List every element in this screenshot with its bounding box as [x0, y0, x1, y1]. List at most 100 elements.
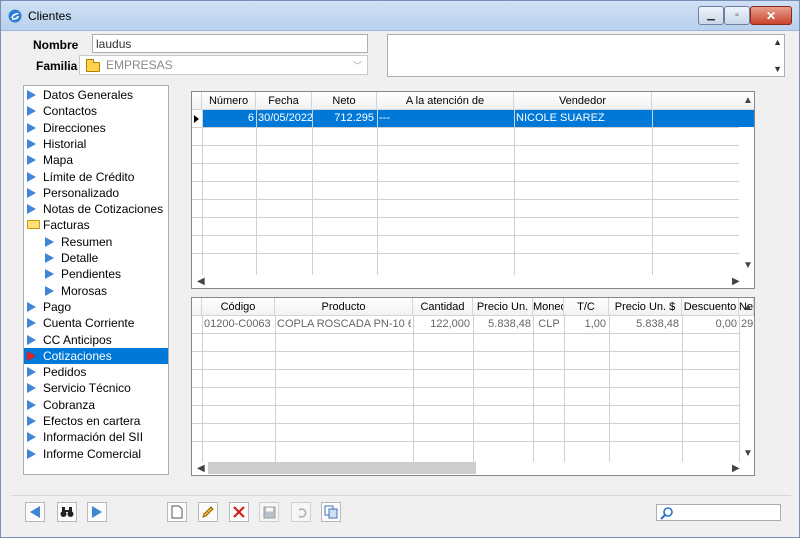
- nav-item-label: Notas de Cotizaciones: [43, 202, 164, 217]
- search-icon: [660, 507, 673, 520]
- minimize-button[interactable]: ▁: [698, 6, 724, 25]
- nav-item-label: Resumen: [61, 234, 113, 249]
- window-title: Clientes: [28, 9, 72, 23]
- arrow-right-icon: [92, 506, 102, 518]
- close-button[interactable]: ✕: [750, 6, 792, 25]
- delete-button[interactable]: [229, 502, 249, 522]
- notes-memo[interactable]: ▲ ▼: [387, 34, 785, 77]
- nombre-value: laudus: [96, 37, 132, 51]
- scroll-up-icon[interactable]: ▲: [743, 95, 753, 106]
- col-descuento[interactable]: Descuento: [682, 298, 739, 316]
- copy-button[interactable]: [321, 502, 341, 522]
- title-bar[interactable]: Clientes ▁ ▫ ✕: [1, 1, 799, 31]
- nav-item[interactable]: Detalle: [24, 250, 168, 266]
- scroll-up-icon[interactable]: ▲: [773, 37, 782, 47]
- scroll-down-icon[interactable]: ▼: [773, 64, 782, 74]
- nav-item[interactable]: Límite de Crédito: [24, 169, 168, 185]
- col-fecha[interactable]: Fecha: [256, 92, 312, 110]
- col-codigo[interactable]: Código: [202, 298, 275, 316]
- nav-item[interactable]: Información del SII: [24, 429, 168, 445]
- nav-item-label: Historial: [43, 136, 87, 151]
- red-arrow-icon: [27, 350, 36, 361]
- blue-arrow-icon: [27, 448, 36, 459]
- new-document-icon: [171, 505, 183, 519]
- familia-select[interactable]: EMPRESAS ﹀: [79, 55, 368, 75]
- nav-item[interactable]: Servicio Técnico: [24, 380, 168, 396]
- nav-item[interactable]: Informe Comercial: [24, 446, 168, 462]
- detail-grid-header: Código Producto Cantidad Precio Un. Mone…: [192, 298, 754, 316]
- nav-item[interactable]: Notas de Cotizaciones: [24, 201, 168, 217]
- nombre-label: Nombre: [33, 38, 79, 52]
- blue-arrow-icon: [27, 122, 36, 133]
- undo-icon: [298, 507, 306, 518]
- nav-item[interactable]: Mapa: [24, 152, 168, 168]
- nav-item-label: Detalle: [61, 251, 99, 265]
- col-precio-un[interactable]: Precio Un.: [473, 298, 533, 316]
- blue-arrow-icon: [27, 138, 36, 149]
- scroll-left-icon[interactable]: ◀: [197, 463, 205, 474]
- scroll-down-icon[interactable]: ▼: [743, 448, 753, 459]
- cell-precio-un: 5.838,48: [488, 318, 531, 330]
- nav-item-label: Pago: [43, 299, 72, 314]
- blue-arrow-icon: [45, 236, 54, 247]
- scroll-right-icon[interactable]: ▶: [732, 276, 740, 287]
- minimize-icon: ▁: [707, 10, 715, 21]
- quick-search-input[interactable]: [656, 504, 781, 521]
- cell-moneda: CLP: [538, 318, 560, 330]
- floppy-disk-icon: [263, 506, 275, 518]
- nav-item[interactable]: Pedidos: [24, 364, 168, 380]
- blue-arrow-icon: [27, 301, 36, 312]
- scroll-down-icon[interactable]: ▼: [743, 260, 753, 271]
- col-tc[interactable]: T/C: [564, 298, 609, 316]
- cell-neto: 712.295: [334, 112, 374, 124]
- nav-item[interactable]: Cotizaciones: [24, 347, 168, 364]
- nav-item[interactable]: Personalizado: [24, 185, 168, 201]
- nav-item[interactable]: Pago: [24, 299, 168, 315]
- blue-arrow-icon: [27, 187, 36, 198]
- maximize-button[interactable]: ▫: [724, 6, 750, 25]
- nav-item[interactable]: Pendientes: [24, 266, 168, 282]
- col-atencion[interactable]: A la atención de: [377, 92, 514, 110]
- nav-item[interactable]: Efectos en cartera: [24, 413, 168, 429]
- nav-item[interactable]: Cuenta Corriente: [24, 315, 168, 331]
- nav-item[interactable]: CC Anticipos: [24, 332, 168, 348]
- find-button[interactable]: [57, 502, 77, 522]
- nombre-input[interactable]: laudus: [92, 34, 368, 53]
- nav-item[interactable]: Direcciones: [24, 120, 168, 136]
- next-button[interactable]: [87, 502, 107, 522]
- blue-arrow-icon: [45, 253, 54, 263]
- nav-item[interactable]: Morosas: [24, 283, 168, 299]
- undo-button[interactable]: [291, 502, 311, 522]
- nav-item[interactable]: Facturas: [24, 217, 168, 233]
- horizontal-scroll-thumb[interactable]: [208, 462, 476, 474]
- nav-item[interactable]: Contactos: [24, 103, 168, 119]
- familia-label: Familia: [36, 59, 78, 73]
- col-neto[interactable]: Neto: [312, 92, 377, 110]
- scroll-up-icon[interactable]: ▲: [743, 302, 753, 313]
- col-moneda[interactable]: Moned: [533, 298, 564, 316]
- cell-atencion: ---: [379, 112, 390, 124]
- save-button[interactable]: [259, 502, 279, 522]
- detail-grid[interactable]: Código Producto Cantidad Precio Un. Mone…: [191, 297, 755, 476]
- quotes-grid[interactable]: Número Fecha Neto A la atención de Vende…: [191, 91, 755, 289]
- nav-item-label: Datos Generales: [43, 88, 134, 102]
- nav-item[interactable]: Historial: [24, 136, 168, 152]
- nav-item[interactable]: Datos Generales: [24, 87, 168, 103]
- col-producto[interactable]: Producto: [275, 298, 413, 316]
- nav-item-label: Cuenta Corriente: [43, 316, 135, 331]
- nav-item[interactable]: Resumen: [24, 234, 168, 250]
- col-vendedor[interactable]: Vendedor: [514, 92, 652, 110]
- cell-neto: 295: [741, 318, 754, 330]
- edit-button[interactable]: [198, 502, 218, 522]
- nav-item-label: Información del SII: [43, 430, 144, 445]
- new-button[interactable]: [167, 502, 187, 522]
- cell-numero: 6: [247, 112, 254, 124]
- col-numero[interactable]: Número: [202, 92, 256, 110]
- scroll-left-icon[interactable]: ◀: [197, 276, 205, 287]
- nav-item[interactable]: Cobranza: [24, 397, 168, 413]
- previous-button[interactable]: [25, 502, 45, 522]
- nav-item-label: Servicio Técnico: [43, 381, 131, 396]
- col-precio-un-clp[interactable]: Precio Un. $: [609, 298, 682, 316]
- col-cantidad[interactable]: Cantidad: [413, 298, 473, 316]
- scroll-right-icon[interactable]: ▶: [732, 463, 740, 474]
